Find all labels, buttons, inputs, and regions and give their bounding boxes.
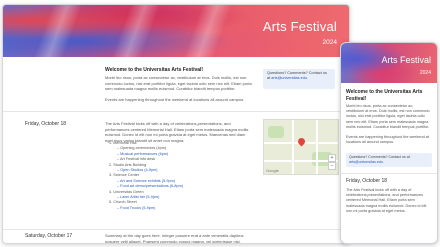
welcome-body: Morbi leo risus, porta ac consectetur ac… bbox=[105, 75, 252, 92]
saturday-day-label: Saturday, October 17 bbox=[25, 233, 73, 239]
campus-map[interactable]: + − Google bbox=[263, 119, 339, 175]
friday-day-label: Friday, October 18 bbox=[25, 121, 67, 127]
mobile-festival-banner: Arts Festival 2024 bbox=[341, 43, 437, 83]
banner-title: Arts Festival bbox=[262, 19, 337, 34]
mobile-events-note: Events are happening throughout the week… bbox=[346, 135, 429, 145]
welcome-heading: Welcome to the Universitas Arts Festival… bbox=[105, 67, 204, 73]
mobile-banner-title: Arts Festival bbox=[381, 55, 431, 65]
schedule-subitem[interactable]: – Food Trucks (5-9pm) bbox=[109, 206, 259, 211]
mobile-welcome-heading: Welcome to the Universitas Arts Festival… bbox=[346, 89, 423, 102]
responsive-preview: Arts Festival 2024 Welcome to the Univer… bbox=[0, 0, 440, 247]
section-divider bbox=[3, 229, 349, 230]
banner-streak bbox=[33, 5, 83, 57]
section-divider bbox=[3, 111, 349, 112]
mobile-contact-email-link[interactable]: arts@universitas.edu. bbox=[349, 160, 384, 164]
mobile-friday-day-label: Friday, October 18 bbox=[346, 178, 388, 184]
map-road bbox=[292, 120, 294, 174]
mobile-contact-text: Questions? Comments? Contact us at bbox=[349, 155, 410, 159]
friday-schedule-list: 1. Memorial Hall – Opening ceremonies (4p… bbox=[109, 141, 259, 211]
banner-year: 2024 bbox=[322, 39, 337, 46]
banner-streak bbox=[183, 5, 233, 57]
zoom-out-button[interactable]: − bbox=[328, 162, 336, 170]
map-pin-icon[interactable] bbox=[296, 136, 307, 147]
mobile-banner-year: 2024 bbox=[419, 70, 431, 76]
map-road bbox=[316, 120, 318, 174]
mobile-section-divider bbox=[341, 173, 437, 174]
mobile-mockup: Arts Festival 2024 Welcome to the Univer… bbox=[340, 42, 438, 244]
events-note: Events are happening throughout the week… bbox=[105, 97, 245, 102]
banner-streak bbox=[111, 5, 161, 57]
map-logo: Google bbox=[266, 168, 279, 173]
zoom-in-button[interactable]: + bbox=[328, 154, 336, 162]
desktop-mockup: Arts Festival 2024 Welcome to the Univer… bbox=[2, 4, 350, 244]
contact-box: Questions? Comments? Contact us at arts@… bbox=[263, 69, 335, 89]
saturday-body: Summary at the day goes here. Integer po… bbox=[105, 233, 244, 244]
map-park bbox=[268, 126, 284, 138]
festival-banner: Arts Festival 2024 bbox=[3, 5, 349, 57]
map-road bbox=[264, 160, 338, 162]
mobile-friday-body: The Arts Festival kicks off with a day o… bbox=[346, 188, 427, 213]
contact-email-link[interactable]: arts@universitas.edu. bbox=[271, 76, 308, 80]
mobile-welcome-body: Morbi leo risus, porta ac consectetur ac… bbox=[346, 104, 430, 129]
mobile-contact-box: Questions? Comments? Contact us at arts@… bbox=[346, 153, 432, 167]
